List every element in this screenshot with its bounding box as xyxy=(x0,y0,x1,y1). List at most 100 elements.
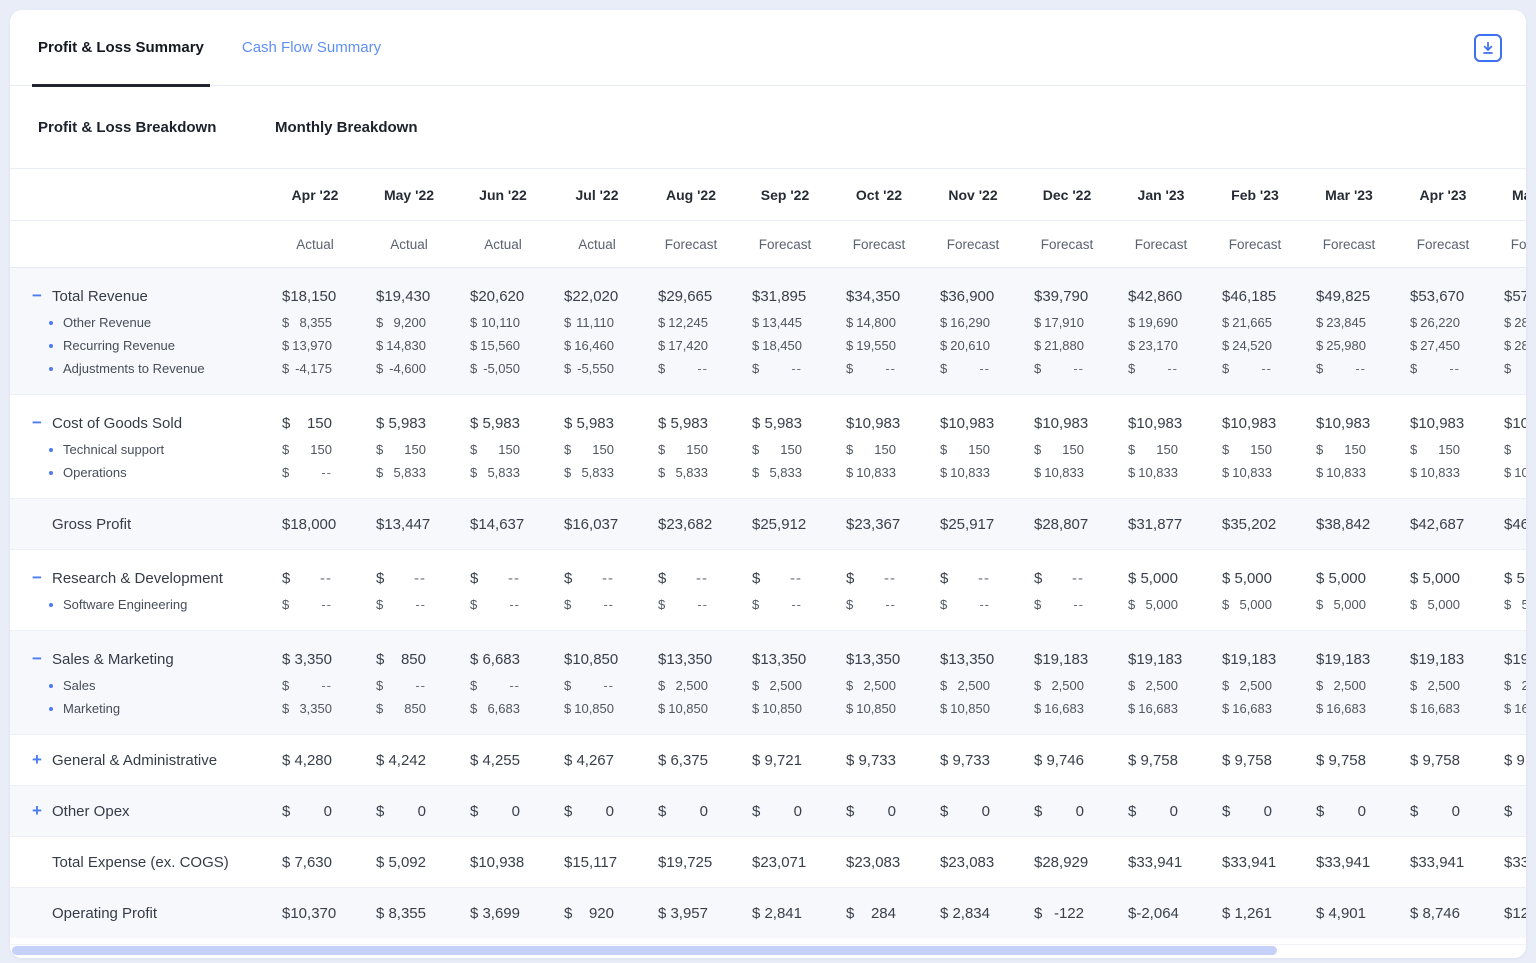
horizontal-scrollbar-thumb[interactable] xyxy=(12,946,1277,955)
table-section: Operating Profit$10,370$8,355$3,699$920$… xyxy=(10,887,1526,938)
cell-value: 13,447 xyxy=(384,516,430,533)
value-cell: $13,350 xyxy=(644,651,738,668)
cell-value: 25,980 xyxy=(1326,338,1366,353)
value-cell: $8,355 xyxy=(268,315,362,330)
tab-profit-loss-summary[interactable]: Profit & Loss Summary xyxy=(38,10,204,86)
row-label: Total Expense (ex. COGS) xyxy=(52,854,229,871)
value-cell: $-- xyxy=(926,570,1020,587)
value-cell: $-- xyxy=(456,678,550,693)
cell-value: 16,290 xyxy=(950,315,990,330)
currency-symbol: $ xyxy=(1222,442,1229,457)
table-row: Recurring Revenue$13,970$14,830$15,560$1… xyxy=(10,334,1526,357)
download-button[interactable] xyxy=(1474,34,1502,62)
value-cell: $9,733 xyxy=(926,752,1020,769)
row-label-cell: Adjustments to Revenue xyxy=(10,361,268,376)
currency-symbol: $ xyxy=(1504,338,1511,353)
value-cell: $5,983 xyxy=(362,415,456,432)
collapse-minus-icon[interactable]: − xyxy=(30,571,44,585)
value-cell: $5,983 xyxy=(738,415,832,432)
value-cell: $13,445 xyxy=(738,315,832,330)
cell-value: 39,790 xyxy=(1042,288,1088,305)
cell-value: 0 xyxy=(1452,803,1460,820)
table-section: +Other Opex$0$0$0$0$0$0$0$0$0$0$0$0$0$0 xyxy=(10,785,1526,836)
cell-value: -- xyxy=(415,678,426,693)
currency-symbol: $ xyxy=(282,570,290,587)
value-cell: $5,983 xyxy=(550,415,644,432)
value-cell: $19,550 xyxy=(832,338,926,353)
tab-cash-flow-summary[interactable]: Cash Flow Summary xyxy=(242,10,381,86)
cell-value: 3,350 xyxy=(299,701,332,716)
value-cell: $284 xyxy=(832,905,926,922)
cell-value: -- xyxy=(1355,361,1366,376)
value-cell: $-- xyxy=(362,678,456,693)
month-header-cell: Nov '22 xyxy=(926,187,1020,203)
currency-symbol: $ xyxy=(1316,361,1323,376)
value-cell: $15,560 xyxy=(456,338,550,353)
cell-value: 10,850 xyxy=(950,701,990,716)
cell-value: 49,825 xyxy=(1324,288,1370,305)
value-cell: $39,790 xyxy=(1020,288,1114,305)
cell-value: 5,833 xyxy=(487,465,520,480)
horizontal-scrollbar-track[interactable] xyxy=(10,944,1526,958)
value-cell: $920 xyxy=(550,905,644,922)
currency-symbol: $ xyxy=(752,651,760,668)
cell-value: 5,983 xyxy=(670,415,708,432)
currency-symbol: $ xyxy=(752,597,759,612)
cell-value: 13,970 xyxy=(292,338,332,353)
value-cell: $5,000 xyxy=(1114,570,1208,587)
currency-symbol: $ xyxy=(282,442,289,457)
currency-symbol: $ xyxy=(564,854,572,871)
value-cell: $19,183 xyxy=(1208,651,1302,668)
expand-plus-icon[interactable]: + xyxy=(30,804,44,818)
value-cell: $5,000 xyxy=(1396,570,1490,587)
currency-symbol: $ xyxy=(1410,854,1418,871)
cell-value: -4,600 xyxy=(389,361,426,376)
value-cell: $34,350 xyxy=(832,288,926,305)
cell-value: -- xyxy=(1449,361,1460,376)
cell-value: 150 xyxy=(307,415,332,432)
row-label: Operations xyxy=(63,465,127,480)
currency-symbol: $ xyxy=(1034,803,1042,820)
currency-symbol: $ xyxy=(1034,597,1041,612)
value-cell: $18,000 xyxy=(268,516,362,533)
currency-symbol: $ xyxy=(1316,338,1323,353)
cell-value: -- xyxy=(1167,361,1178,376)
table-section: +General & Administrative$4,280$4,242$4,… xyxy=(10,734,1526,785)
currency-symbol: $ xyxy=(1222,752,1230,769)
currency-symbol: $ xyxy=(1222,701,1229,716)
currency-symbol: $ xyxy=(470,651,478,668)
cell-value: 10,833 xyxy=(1044,465,1084,480)
value-cell: $19,725 xyxy=(644,854,738,871)
currency-symbol: $ xyxy=(1316,905,1324,922)
currency-symbol: $ xyxy=(846,752,854,769)
currency-symbol: $ xyxy=(282,315,289,330)
row-label: Cost of Goods Sold xyxy=(52,415,182,432)
cell-value: 9,721 xyxy=(764,752,802,769)
value-cell: $10,833 xyxy=(1208,465,1302,480)
collapse-minus-icon[interactable]: − xyxy=(30,289,44,303)
collapse-minus-icon[interactable]: − xyxy=(30,652,44,666)
cell-value: -- xyxy=(885,361,896,376)
value-cell: $0 xyxy=(362,803,456,820)
currency-symbol: $ xyxy=(1222,905,1230,922)
cell-value: 9,200 xyxy=(393,315,426,330)
cell-value: 23,845 xyxy=(1326,315,1366,330)
currency-symbol: $ xyxy=(1128,651,1136,668)
breakdown-left-title: Profit & Loss Breakdown xyxy=(38,119,275,136)
currency-symbol: $ xyxy=(1128,678,1135,693)
expand-plus-icon[interactable]: + xyxy=(30,753,44,767)
value-cell: $5,833 xyxy=(738,465,832,480)
value-cell: $10,983 xyxy=(1114,415,1208,432)
currency-symbol: $ xyxy=(846,570,854,587)
value-cell: $20,620 xyxy=(456,288,550,305)
table-row: Other Revenue$8,355$9,200$10,110$11,110$… xyxy=(10,311,1526,334)
cell-value: 0 xyxy=(418,803,426,820)
value-cell: $150 xyxy=(1490,442,1526,457)
collapse-minus-icon[interactable]: − xyxy=(30,416,44,430)
cell-value: 16,683 xyxy=(1514,701,1526,716)
value-cell: $7,630 xyxy=(268,854,362,871)
table-section: Gross Profit$18,000$13,447$14,637$16,037… xyxy=(10,498,1526,549)
cell-value: 19,550 xyxy=(856,338,896,353)
cell-value: 28,595 xyxy=(1514,315,1526,330)
value-cell: $10,983 xyxy=(1208,415,1302,432)
